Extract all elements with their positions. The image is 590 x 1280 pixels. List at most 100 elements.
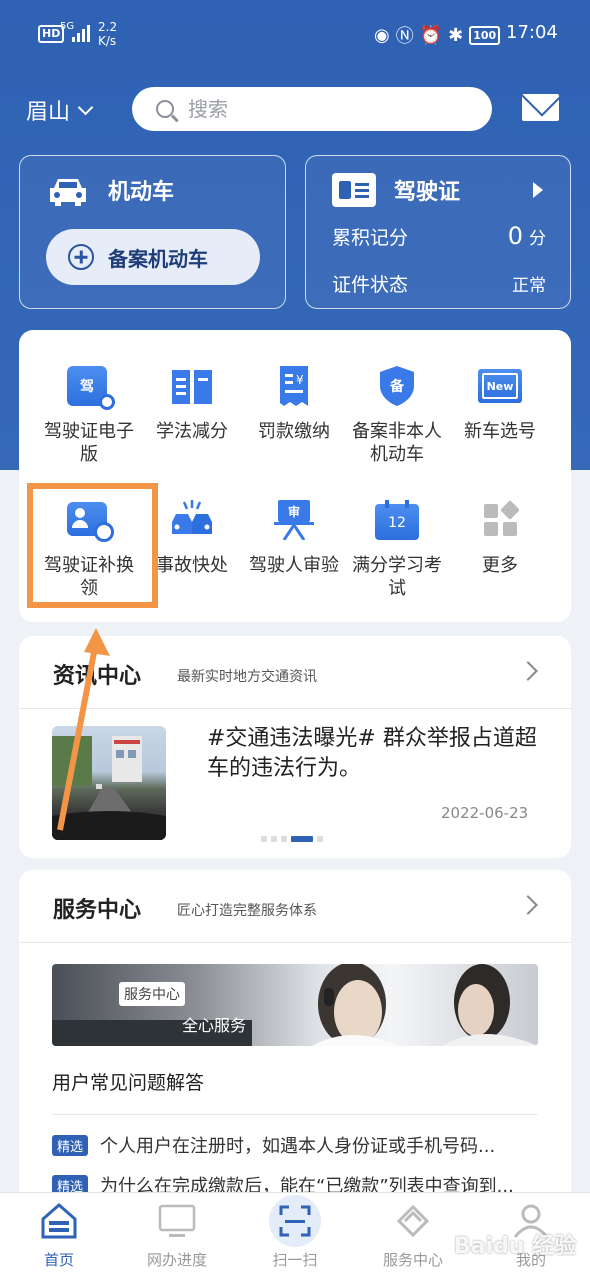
faq-title: 用户常见问题解答: [52, 1072, 205, 1094]
calendar-icon-text: 12: [388, 515, 406, 531]
news-date: 2022-06-23: [441, 804, 529, 822]
search-bar[interactable]: [132, 87, 492, 131]
service-banner[interactable]: 服务中心 全心服务: [52, 964, 538, 1046]
highlight-box: [27, 483, 158, 608]
points-unit: 分: [529, 229, 546, 249]
service-center-subtitle: 匠心打造完整服务体系: [177, 903, 317, 919]
tab-service[interactable]: 服务中心: [368, 1201, 458, 1270]
plus-circle-icon: [68, 244, 94, 270]
id-card-icon: [332, 173, 376, 207]
status-bar: HD 5G 2.2 K/s ◉ Ⓝ ⏰ ✱ 100 17:04: [0, 0, 590, 66]
license-card-title: 驾驶证: [394, 180, 461, 205]
bluetooth-icon: ✱: [448, 24, 464, 46]
faq-item[interactable]: 精选 个人用户在注册时，如遇本人身份证或手机号码...: [52, 1132, 538, 1158]
tab-scan[interactable]: 扫一扫: [250, 1195, 340, 1270]
shield-icon-text: 备: [390, 379, 404, 395]
service-more[interactable]: 更多: [447, 500, 553, 577]
clock: 17:04: [506, 22, 558, 43]
points-label: 累积记分: [332, 227, 409, 249]
net-speed: 2.2 K/s: [98, 20, 117, 48]
status-label: 证件状态: [332, 274, 409, 296]
featured-badge: 精选: [52, 1134, 89, 1156]
service-full-score-exam[interactable]: 12 满分学习考试: [344, 500, 450, 600]
new-plate-text: New: [486, 379, 514, 393]
chevron-right-icon[interactable]: [518, 661, 538, 681]
search-icon: [156, 100, 174, 118]
annotation-arrow: [57, 628, 110, 831]
review-icon-text: 审: [287, 504, 300, 519]
service-label: 学法减分: [156, 421, 228, 442]
faq-question: 个人用户在注册时，如遇本人身份证或手机号码...: [100, 1136, 496, 1157]
e-license-icon: 驾: [67, 366, 115, 410]
divider: [19, 942, 571, 943]
svg-text:¥: ¥: [296, 373, 304, 387]
home-icon: [39, 1201, 79, 1241]
service-study-deduct[interactable]: 学法减分: [139, 366, 245, 443]
service-label: 满分学习考试: [352, 555, 442, 599]
license-card[interactable]: 驾驶证 累积记分 0分 证件状态 正常: [305, 155, 571, 309]
points-value-wrap: 0分: [508, 222, 546, 250]
tab-label: 首页: [43, 1251, 74, 1269]
book-icon: [170, 366, 214, 406]
arrow-right-icon: [533, 182, 543, 198]
scan-icon: [269, 1195, 321, 1247]
status-row: 证件状态 正常: [332, 270, 546, 297]
service-driver-review[interactable]: 审 驾驶人审验: [241, 500, 347, 577]
service-fine-payment[interactable]: ¥ 罚款缴纳: [241, 366, 347, 443]
news-subtitle: 最新实时地方交通资讯: [177, 669, 317, 685]
vehicle-card[interactable]: 机动车 备案机动车: [19, 155, 286, 309]
calendar-12-icon: 12: [375, 500, 419, 540]
watermark: Baidu 经验: [454, 1234, 577, 1259]
service-record-vehicle[interactable]: 备 备案非本人机动车: [344, 366, 450, 466]
signal-icon: [72, 24, 90, 42]
net-speed-value: 2.2: [98, 20, 118, 34]
service-label: 新车选号: [464, 421, 536, 442]
status-value: 正常: [512, 276, 546, 296]
more-grid-icon: [478, 500, 522, 540]
tab-label: 扫一扫: [272, 1251, 318, 1269]
eye-icon: ◉: [374, 24, 390, 46]
alarm-icon: ⏰: [419, 24, 443, 46]
service-e-license[interactable]: 驾 驾驶证电子版: [36, 366, 142, 466]
add-vehicle-button[interactable]: 备案机动车: [46, 229, 260, 285]
chevron-down-icon: [77, 99, 94, 115]
tab-home[interactable]: 首页: [14, 1201, 104, 1270]
banner-slogan: 全心服务: [182, 1016, 247, 1035]
accident-icon: [170, 500, 214, 540]
service-label: 备案非本人机动车: [352, 421, 442, 465]
monitor-icon: [157, 1201, 197, 1241]
banner-tag: 服务中心: [119, 982, 185, 1006]
service-center-section: 服务中心 匠心打造完整服务体系 服务中心 全心服务 用户常见问题解答 精选 个人…: [19, 870, 571, 1210]
points-row: 累积记分 0分: [332, 222, 546, 250]
vehicle-card-title: 机动车: [108, 180, 175, 205]
carousel-indicator: [261, 836, 323, 842]
battery-icon: 100: [469, 25, 501, 45]
add-vehicle-label: 备案机动车: [108, 246, 208, 271]
service-label: 驾驶人审验: [249, 555, 339, 576]
status-icons: ◉ Ⓝ ⏰ ✱ 100: [374, 22, 501, 48]
service-label: 罚款缴纳: [258, 421, 330, 442]
shield-record-icon: 备: [375, 366, 419, 406]
net-speed-unit: K/s: [98, 34, 117, 48]
tab-label: 服务中心: [382, 1251, 443, 1269]
fine-receipt-icon: ¥: [272, 366, 316, 406]
service-new-plate[interactable]: New 新车选号: [447, 366, 553, 443]
tab-progress[interactable]: 网办进度: [132, 1201, 222, 1270]
service-center-title: 服务中心: [53, 898, 142, 923]
search-input[interactable]: [188, 97, 468, 121]
mail-icon[interactable]: [522, 94, 559, 121]
news-headline[interactable]: #交通违法曝光# 群众举报占道超车的违法行为。: [207, 724, 537, 784]
new-plate-icon: New: [478, 366, 522, 406]
car-icon: [50, 179, 86, 206]
divider: [52, 1114, 538, 1115]
review-icon: 审: [272, 500, 316, 541]
city-name: 眉山: [26, 100, 71, 125]
nfc-icon: Ⓝ: [395, 26, 414, 47]
service-label: 驾驶证电子版: [44, 421, 134, 465]
service-icon: [393, 1201, 433, 1241]
points-value: 0: [507, 222, 523, 250]
city-selector[interactable]: 眉山: [26, 94, 94, 126]
service-label: 更多: [482, 555, 518, 576]
tab-label: 网办进度: [146, 1251, 207, 1269]
chevron-right-icon[interactable]: [518, 895, 538, 915]
